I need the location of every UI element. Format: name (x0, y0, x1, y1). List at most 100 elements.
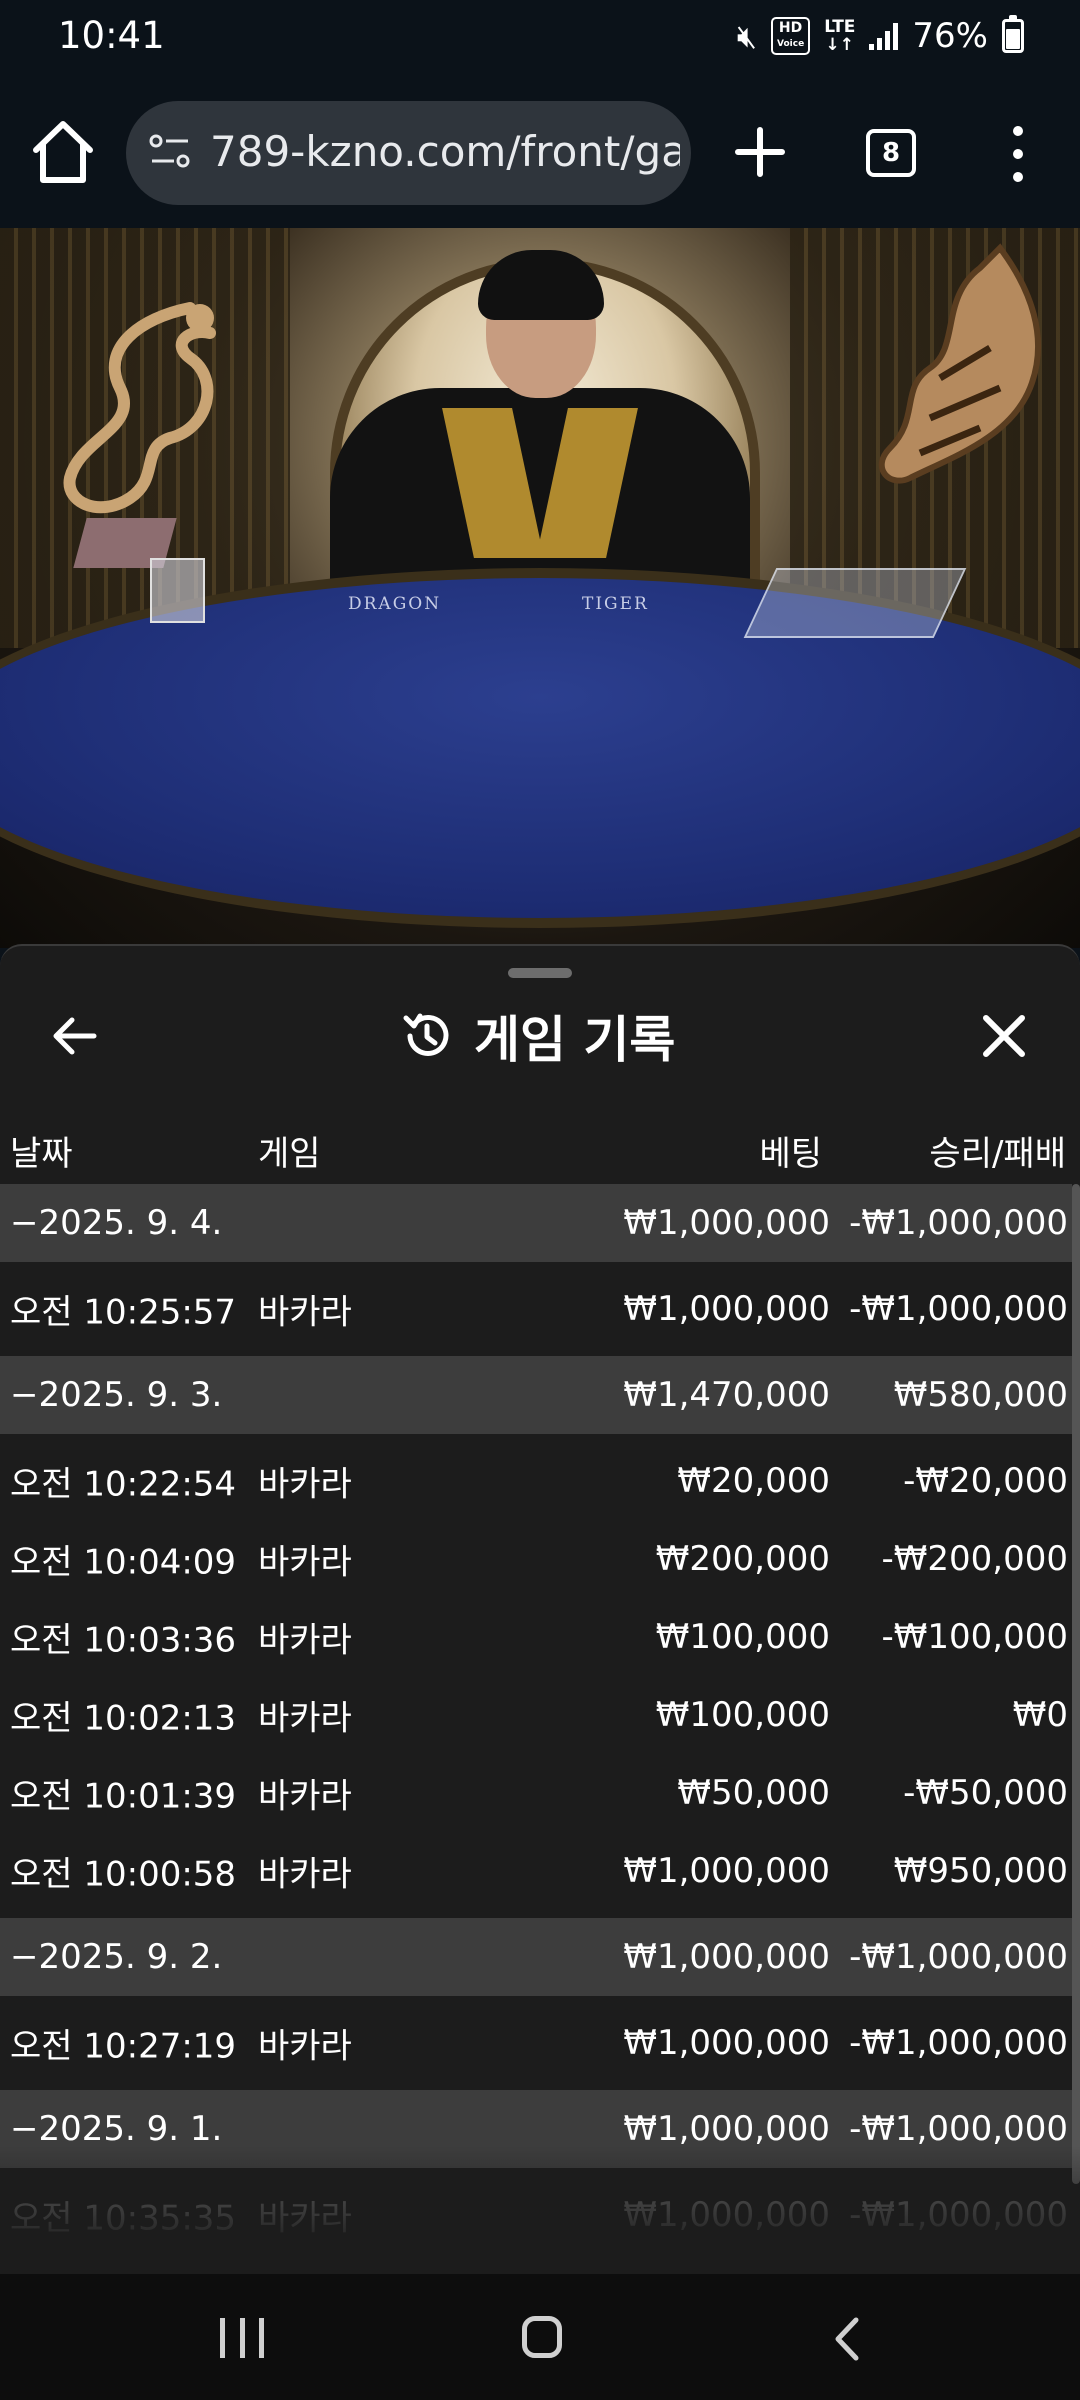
card-holder (150, 558, 205, 623)
row-result: -₩50,000 (903, 1773, 1068, 1813)
close-icon[interactable] (976, 1008, 1032, 1064)
day-summary-row[interactable]: −2025. 9. 4. ₩1,000,000 -₩1,000,000 (0, 1184, 1072, 1262)
history-row[interactable]: 오전 10:03:36 바카라 ₩100,000 -₩100,000 (0, 1598, 1072, 1676)
row-bet: ₩50,000 (677, 1773, 830, 1813)
row-time: 오전 10:22:54 (10, 1464, 237, 1505)
history-row[interactable]: 오전 10:01:39 바카라 ₩50,000 -₩50,000 (0, 1754, 1072, 1832)
row-date: −2025. 9. 4. (10, 1203, 223, 1243)
row-time: 오전 10:35:35 (10, 2198, 237, 2239)
row-bet: ₩100,000 (655, 1617, 830, 1657)
row-game: 바카라 (258, 1464, 352, 1505)
row-game: 바카라 (258, 1854, 352, 1895)
row-result: -₩1,000,000 (849, 2109, 1068, 2149)
new-tab-icon[interactable] (730, 116, 790, 188)
row-bet: ₩1,000,000 (623, 1851, 830, 1891)
row-bet: ₩1,000,000 (623, 2109, 830, 2149)
live-video-stream[interactable]: DRAGON TIGER (0, 228, 1080, 948)
hd-label: HD (778, 20, 803, 36)
row-result: ₩0 (1012, 1695, 1068, 1735)
row-result: -₩1,000,000 (849, 1937, 1068, 1977)
row-result: -₩1,000,000 (849, 1203, 1068, 1243)
table-label-tiger: TIGER (582, 594, 649, 614)
back-nav-icon[interactable] (832, 2314, 862, 2364)
row-bet: ₩1,000,000 (623, 2195, 830, 2235)
mute-icon: 🔇︎ (736, 16, 757, 55)
column-header-game: 게임 (258, 1134, 321, 1174)
history-row[interactable]: 오전 10:00:58 바카라 ₩1,000,000 ₩950,000 (0, 1832, 1072, 1910)
row-game: 바카라 (258, 1620, 352, 1661)
tab-switcher-button[interactable]: 8 (866, 129, 916, 177)
history-row[interactable]: 오전 10:27:19 바카라 ₩1,000,000 -₩1,000,000 (0, 2004, 1072, 2082)
day-summary-row[interactable]: −2025. 9. 2. ₩1,000,000 -₩1,000,000 (0, 1918, 1072, 1996)
history-row[interactable]: 오전 10:22:54 바카라 ₩20,000 -₩20,000 (0, 1442, 1072, 1520)
status-time: 10:41 (58, 14, 165, 57)
row-bet: ₩1,000,000 (623, 1937, 830, 1977)
row-result: -₩1,000,000 (849, 1289, 1068, 1329)
sheet-title: 게임 기록 (400, 1004, 675, 1069)
row-result: -₩1,000,000 (849, 2023, 1068, 2063)
address-bar[interactable]: 789-kzno.com/front/gai (126, 101, 691, 205)
row-bet: ₩1,470,000 (623, 1375, 830, 1415)
row-bet: ₩200,000 (655, 1539, 830, 1579)
row-date: −2025. 9. 3. (10, 1375, 223, 1415)
history-row[interactable]: 오전 10:35:35 바카라 ₩1,000,000 -₩1,000,000 (0, 2176, 1072, 2254)
day-summary-row[interactable]: −2025. 9. 3. ₩1,470,000 ₩580,000 (0, 1356, 1072, 1434)
row-time: 오전 10:04:09 (10, 1542, 237, 1583)
row-time: 오전 10:03:36 (10, 1620, 237, 1661)
row-result: ₩580,000 (893, 1375, 1068, 1415)
row-bet: ₩100,000 (655, 1695, 830, 1735)
row-time: 오전 10:01:39 (10, 1776, 237, 1817)
status-icons: 🔇︎ HD Voice LTE ↓↑ 76% (736, 15, 1024, 56)
battery-icon (1002, 15, 1024, 53)
row-result: -₩20,000 (903, 1461, 1068, 1501)
history-icon (403, 1013, 449, 1056)
row-bet: ₩1,000,000 (623, 1203, 830, 1243)
history-table: −2025. 9. 4. ₩1,000,000 -₩1,000,000 오전 1… (0, 1184, 1072, 2254)
url-text[interactable]: 789-kzno.com/front/gai (210, 127, 680, 176)
hd-voice-icon: HD Voice (771, 17, 811, 55)
scrollbar[interactable] (1072, 1184, 1080, 2184)
battery-percent: 76% (912, 16, 988, 56)
tab-count: 8 (881, 138, 901, 168)
row-time: 오전 10:27:19 (10, 2026, 237, 2067)
game-history-sheet: 게임 기록 날짜 게임 베팅 승리/패배 −2025. 9. 4. ₩1,000… (0, 944, 1080, 2274)
dragon-emblem-icon (63, 302, 216, 514)
row-game: 바카라 (258, 1292, 352, 1333)
browser-toolbar: 789-kzno.com/front/gai 8 (0, 76, 1080, 228)
history-row[interactable]: 오전 10:02:13 바카라 ₩100,000 ₩0 (0, 1676, 1072, 1754)
row-bet: ₩1,000,000 (623, 2023, 830, 2063)
row-game: 바카라 (258, 1776, 352, 1817)
sheet-drag-handle[interactable] (508, 968, 572, 978)
history-row[interactable]: 오전 10:04:09 바카라 ₩200,000 -₩200,000 (0, 1520, 1072, 1598)
row-result: -₩200,000 (881, 1539, 1069, 1579)
row-bet: ₩1,000,000 (623, 1289, 830, 1329)
card-shoe (743, 568, 967, 638)
table-label-dragon: DRAGON (348, 594, 442, 614)
site-settings-icon[interactable] (148, 129, 192, 173)
row-time: 오전 10:00:58 (10, 1854, 237, 1895)
home-nav-icon[interactable] (522, 2316, 562, 2358)
system-nav-bar (0, 2274, 1080, 2400)
row-time: 오전 10:25:57 (10, 1292, 237, 1333)
more-menu-icon[interactable] (1000, 126, 1036, 182)
row-bet: ₩20,000 (677, 1461, 830, 1501)
home-icon[interactable] (28, 112, 98, 192)
dealer-hair (478, 250, 604, 320)
row-game: 바카라 (258, 2026, 352, 2067)
row-date: −2025. 9. 2. (10, 1937, 223, 1977)
day-summary-row[interactable]: −2025. 9. 1. ₩1,000,000 -₩1,000,000 (0, 2090, 1072, 2168)
column-header-date: 날짜 (10, 1134, 73, 1174)
lte-label: LTE (824, 17, 856, 37)
lte-icon: LTE ↓↑ (824, 17, 856, 55)
history-row[interactable]: 오전 10:25:57 바카라 ₩1,000,000 -₩1,000,000 (0, 1270, 1072, 1348)
row-result: -₩100,000 (881, 1617, 1069, 1657)
row-result: -₩1,000,000 (849, 2195, 1068, 2235)
row-game: 바카라 (258, 1542, 352, 1583)
recent-apps-icon[interactable] (220, 2318, 264, 2358)
row-result: ₩950,000 (893, 1851, 1068, 1891)
back-arrow-icon[interactable] (50, 1006, 100, 1066)
row-date: −2025. 9. 1. (10, 2109, 223, 2149)
row-time: 오전 10:02:13 (10, 1698, 237, 1739)
tiger-emblem-icon (878, 243, 1041, 484)
row-game: 바카라 (258, 2198, 352, 2239)
